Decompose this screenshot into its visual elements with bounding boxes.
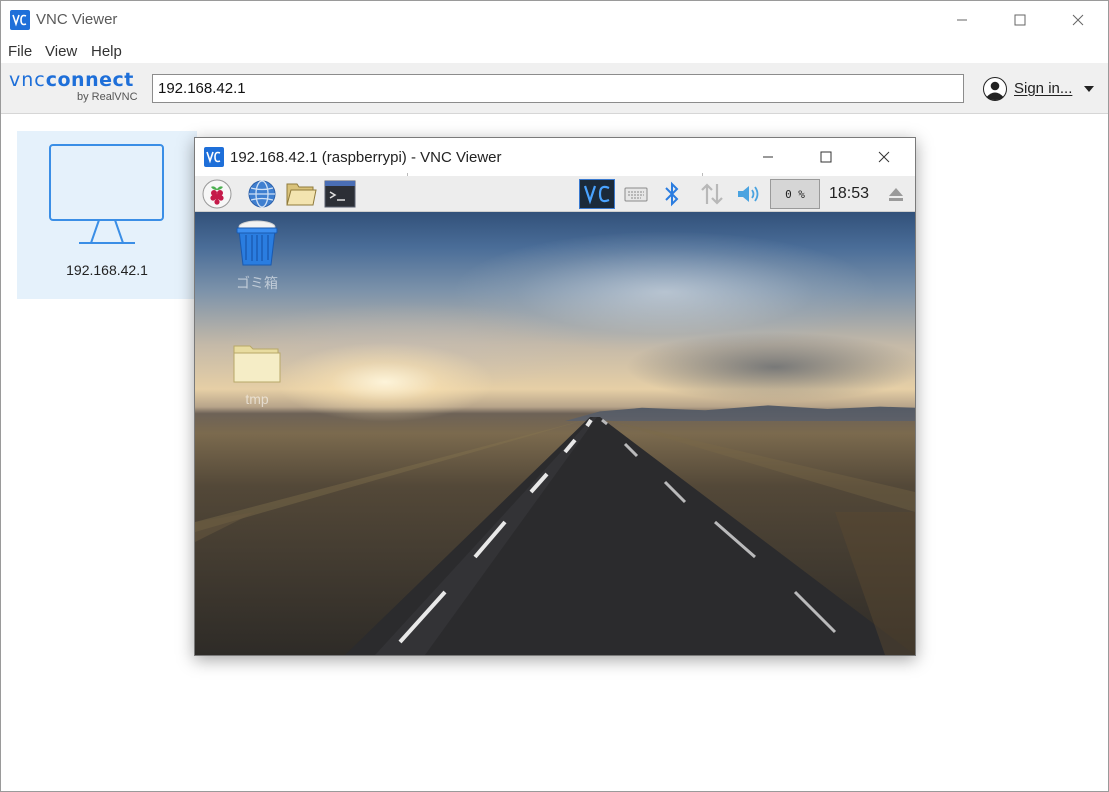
wallpaper-road: [195, 417, 915, 655]
menu-bar: File View Help: [1, 39, 1108, 63]
remote-maximize-button[interactable]: [797, 138, 855, 176]
address-input[interactable]: [152, 74, 964, 103]
keyboard-icon[interactable]: [621, 179, 651, 209]
desktop-icon-label: ゴミ箱: [236, 275, 278, 291]
volume-icon[interactable]: [733, 179, 765, 209]
maximize-button[interactable]: [991, 1, 1049, 39]
maximize-icon: [1014, 14, 1026, 26]
network-icon[interactable]: [695, 179, 729, 209]
title-bar: VNC Viewer: [1, 1, 1108, 39]
web-browser-icon[interactable]: [245, 179, 279, 209]
close-icon: [878, 151, 890, 163]
eject-icon[interactable]: [883, 179, 909, 209]
menu-help[interactable]: Help: [91, 43, 122, 60]
logo-vnc: vnc: [9, 69, 46, 91]
taskbar-clock[interactable]: 18:53: [829, 185, 869, 203]
logo-connect: connect: [45, 69, 134, 91]
menu-view[interactable]: View: [45, 43, 77, 60]
vnc-app-icon: [204, 147, 224, 167]
vnc-connect-logo: vncconnect: [9, 69, 134, 91]
vnc-server-icon[interactable]: [579, 179, 615, 209]
sign-in-label: Sign in...: [1014, 80, 1073, 97]
address-book-item-label: 192.168.42.1: [66, 262, 148, 278]
chevron-down-icon[interactable]: [1084, 85, 1095, 92]
user-icon: [983, 76, 1007, 101]
close-icon: [1072, 14, 1084, 26]
vnc-app-icon: [10, 10, 30, 30]
menu-file[interactable]: File: [8, 43, 32, 60]
window-title: VNC Viewer: [36, 11, 118, 28]
close-button[interactable]: [1049, 1, 1107, 39]
logo-byline: by RealVNC: [77, 91, 138, 103]
address-book-item[interactable]: 192.168.42.1: [17, 131, 197, 299]
remote-close-button[interactable]: [855, 138, 913, 176]
desktop-icon-tmp[interactable]: tmp: [229, 340, 285, 407]
pi-desktop[interactable]: ゴミ箱 tmp: [195, 212, 915, 655]
minimize-icon: [763, 156, 773, 158]
file-manager-icon[interactable]: [284, 179, 318, 209]
raspberry-menu-icon[interactable]: [201, 179, 233, 209]
monitor-icon: [49, 144, 164, 244]
toolbar: vncconnect by RealVNC Sign in...: [1, 63, 1108, 114]
maximize-icon: [820, 151, 832, 163]
minimize-icon: [957, 19, 967, 21]
remote-minimize-button[interactable]: [739, 138, 797, 176]
remote-window-title: 192.168.42.1 (raspberrypi) - VNC Viewer: [230, 149, 502, 166]
vnc-viewer-window: VNC Viewer File View Help vncconnect by …: [0, 0, 1109, 792]
desktop-icon-trash[interactable]: ゴミ箱: [229, 218, 285, 293]
folder-icon: [233, 345, 281, 383]
cpu-usage-monitor[interactable]: 0 %: [770, 179, 820, 209]
minimize-button[interactable]: [933, 1, 991, 39]
sign-in-button[interactable]: Sign in...: [983, 75, 1095, 102]
desktop-icon-label: tmp: [245, 391, 269, 407]
trash-icon: [236, 220, 278, 266]
terminal-icon[interactable]: [323, 179, 357, 209]
pi-taskbar: 0 % 18:53: [195, 176, 915, 212]
remote-session-window[interactable]: 192.168.42.1 (raspberrypi) - VNC Viewer: [194, 137, 916, 656]
bluetooth-icon[interactable]: [659, 179, 685, 209]
remote-title-bar[interactable]: 192.168.42.1 (raspberrypi) - VNC Viewer: [195, 138, 915, 176]
